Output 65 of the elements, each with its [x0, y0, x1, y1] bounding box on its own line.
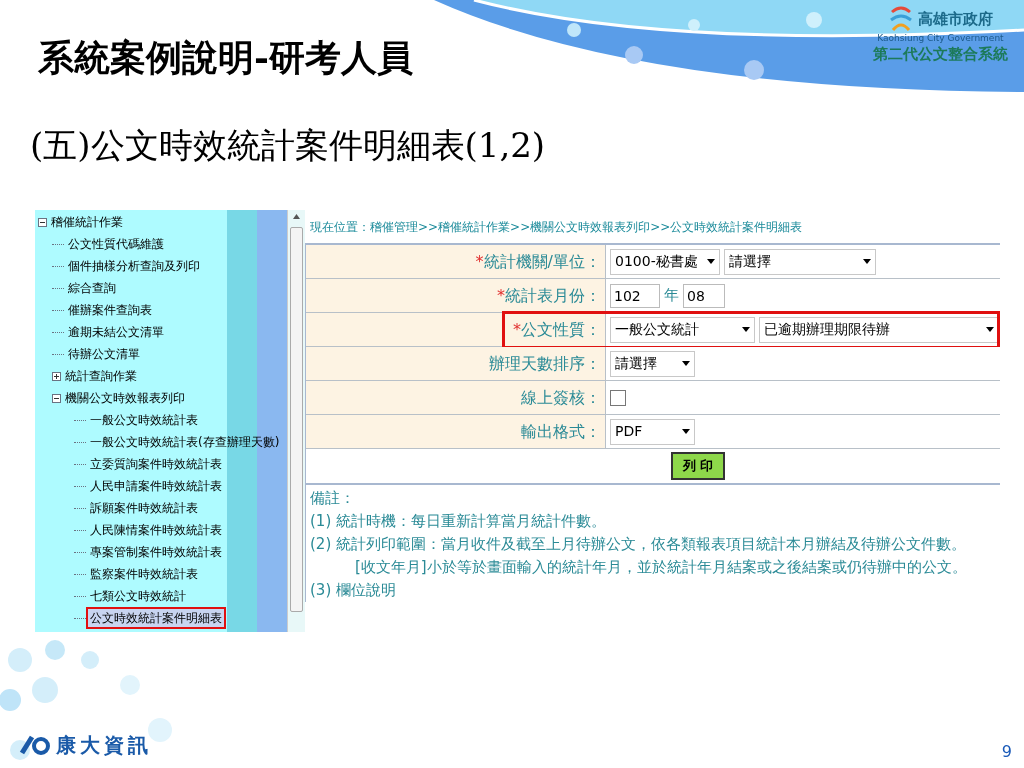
field-label: 統計機關/單位： [483, 250, 601, 273]
caret-icon [742, 327, 750, 332]
tree-item[interactable]: 綜合查詢 [66, 279, 118, 297]
caret-icon [863, 259, 871, 264]
tree-item[interactable]: 一般公文時效統計表(存查辦理天數) [88, 433, 282, 451]
collapse-icon[interactable] [38, 217, 47, 227]
tree-item[interactable]: 一般公文時效統計表 [88, 411, 200, 429]
collapse-icon[interactable] [52, 393, 61, 403]
tree-item[interactable]: 機關公文時效報表列印 [63, 389, 187, 407]
caret-icon [986, 327, 994, 332]
note-line: 備註： [310, 488, 356, 509]
required-mark: * [513, 318, 521, 341]
scroll-up-icon[interactable] [293, 214, 300, 219]
field-label: 公文性質： [521, 318, 601, 341]
scrollbar[interactable] [287, 210, 305, 632]
required-mark: * [497, 284, 505, 307]
month-field[interactable]: 08 [683, 283, 725, 308]
year-label: 年 [664, 285, 679, 307]
system-name: 第二代公文整合系統 [873, 44, 1008, 65]
print-button[interactable]: 列 印 [671, 452, 725, 480]
slide-subtitle: (五)公文時效統計案件明細表(1,2) [30, 124, 546, 167]
tree-item[interactable]: 公文時效統計案件明細表 [88, 609, 224, 627]
logo-name: 高雄市政府 [918, 8, 993, 30]
tree-item[interactable]: 公文性質代碼維護 [66, 235, 166, 253]
note-line: (1) 統計時機：每日重新計算當月統計件數。 [310, 511, 607, 532]
tree-item[interactable]: 稽催統計作業 [49, 213, 125, 231]
field-label: 辦理天數排序： [489, 352, 601, 375]
company-logo-icon [18, 733, 52, 757]
tree-item[interactable]: 專案管制案件時效統計表 [88, 543, 224, 561]
tree-item[interactable]: 催辦案件查詢表 [66, 301, 154, 319]
dropdown[interactable]: 0100-秘書處 [610, 248, 720, 275]
tree-item[interactable]: 個件抽樣分析查詢及列印 [66, 257, 202, 275]
note-line: (2) 統計列印範圍：當月收件及截至上月待辦公文，依各類報表項目統計本月辦結及待辦公文件數。 [310, 534, 967, 555]
caret-icon [682, 429, 690, 434]
tree-item[interactable]: 待辦公文清單 [66, 345, 142, 363]
tree-item[interactable]: 人民陳情案件時效統計表 [88, 521, 224, 539]
company-name: 康大資訊 [56, 732, 152, 759]
checkbox[interactable] [610, 389, 626, 406]
tree-item[interactable]: 訴願案件時效統計表 [88, 499, 200, 517]
field-label: 線上簽核： [521, 386, 601, 409]
logo-english: Kaohsiung City Government [877, 34, 1004, 43]
field-label: 輸出格式： [521, 420, 601, 443]
caret-icon [707, 259, 715, 264]
dropdown[interactable]: 請選擇 [724, 248, 876, 275]
tree-item[interactable]: 人民申請案件時效統計表 [88, 477, 224, 495]
field-label: 統計表月份： [505, 284, 601, 307]
note-line: [收文年月]小於等於畫面輸入的統計年月，並於統計年月結案或之後結案或仍待辦中的公文。 [354, 557, 968, 578]
note-line: (3) 欄位說明 [310, 580, 397, 601]
year-field[interactable]: 102 [610, 283, 660, 308]
breadcrumb: 現在位置：稽催管理>>稽催統計作業>>機關公文時效報表列印>>公文時效統計案件明細表 [310, 218, 803, 236]
slide-title: 系統案例說明-研考人員 [38, 35, 413, 80]
dropdown[interactable]: PDF [610, 418, 695, 445]
tree-item[interactable]: 立委質詢案件時效統計表 [88, 455, 224, 473]
logo-icon [888, 4, 914, 34]
expand-icon[interactable] [52, 371, 61, 381]
tree-item[interactable]: 監察案件時效統計表 [88, 565, 200, 583]
tree-item[interactable]: 逾期未結公文清單 [66, 323, 166, 341]
dropdown[interactable]: 一般公文統計 [610, 316, 755, 343]
dropdown[interactable]: 請選擇 [610, 350, 695, 377]
caret-icon [682, 361, 690, 366]
tree-item[interactable]: 七類公文時效統計 [88, 587, 188, 605]
tree-item[interactable]: 統計查詢作業 [63, 367, 139, 385]
page-number: 9 [1001, 741, 1012, 763]
required-mark: * [475, 250, 484, 273]
dropdown[interactable]: 已逾期辦理期限待辦 [759, 316, 999, 343]
